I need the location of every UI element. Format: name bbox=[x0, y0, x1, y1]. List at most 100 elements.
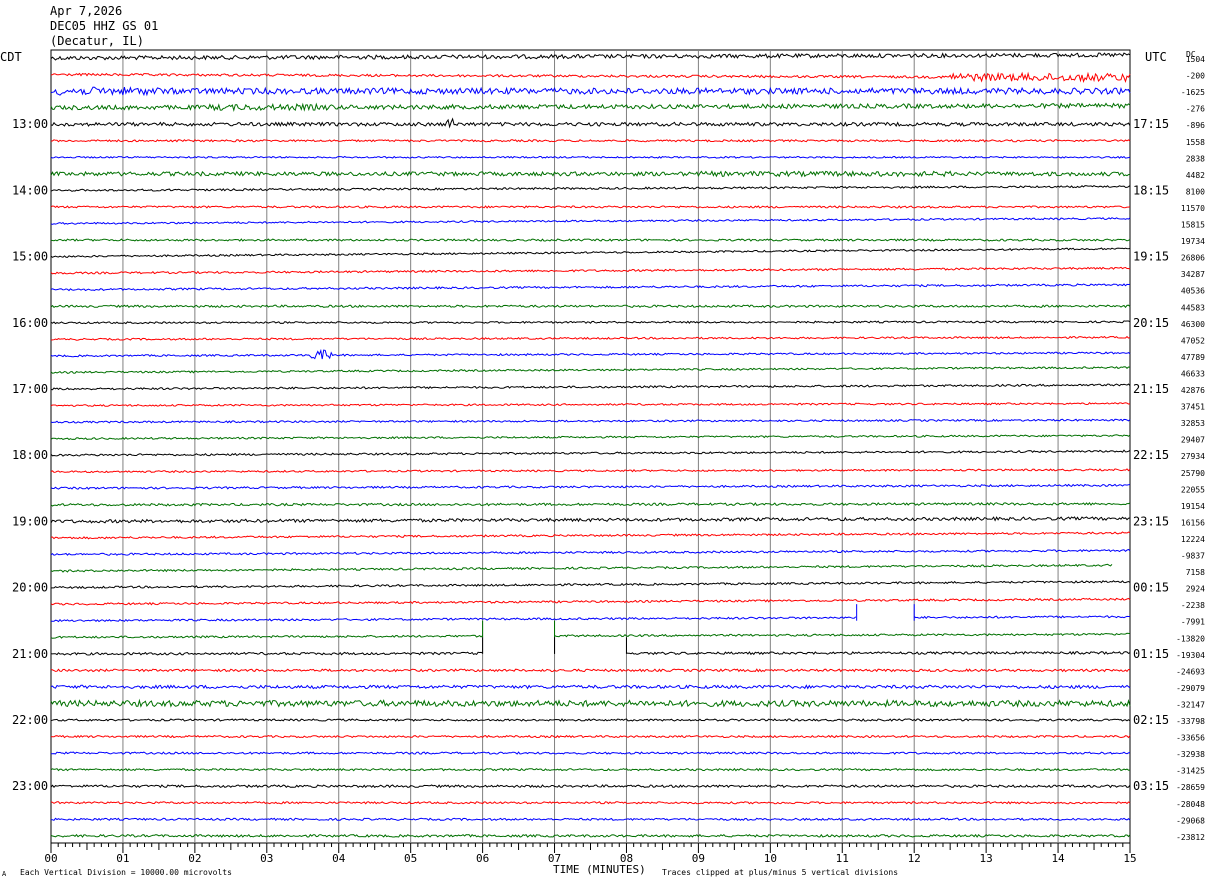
dc-offset-label: 2924 bbox=[1186, 585, 1205, 594]
right-hour-label: 22:15 bbox=[1133, 448, 1169, 462]
x-tick-label: 03 bbox=[260, 852, 273, 865]
seismic-trace bbox=[50, 418, 1131, 424]
x-tick-label: 15 bbox=[1123, 852, 1136, 865]
dc-offset-label: 47789 bbox=[1181, 353, 1205, 362]
x-tick-label: 02 bbox=[188, 852, 201, 865]
plot-date: Apr 7,2026 bbox=[50, 4, 123, 18]
seismic-trace bbox=[50, 833, 1131, 838]
dc-offset-label: -31425 bbox=[1176, 767, 1205, 776]
dc-offset-label: -896 bbox=[1186, 121, 1205, 130]
seismic-trace bbox=[50, 734, 1131, 739]
seismic-trace bbox=[50, 698, 1131, 708]
right-hour-label: 23:15 bbox=[1133, 514, 1169, 528]
seismic-trace bbox=[50, 155, 1131, 159]
dc-offset-label: 47052 bbox=[1181, 336, 1205, 345]
dc-offset-label: 40536 bbox=[1181, 287, 1205, 296]
right-hour-label: 17:15 bbox=[1133, 117, 1169, 131]
left-hour-label: 13:00 bbox=[12, 117, 48, 131]
seismic-trace bbox=[50, 217, 1131, 225]
station-location: (Decatur, IL) bbox=[50, 34, 144, 48]
seismic-trace bbox=[50, 102, 1131, 113]
dc-offset-label: 11570 bbox=[1181, 204, 1205, 213]
station-code: DEC05 HHZ GS 01 bbox=[50, 19, 159, 33]
seismic-trace bbox=[50, 718, 1131, 722]
right-hour-label: 03:15 bbox=[1133, 779, 1169, 793]
right-hour-label: 00:15 bbox=[1133, 581, 1169, 595]
dc-offset-label: 32853 bbox=[1181, 419, 1205, 428]
clip-note: Traces clipped at plus/minus 5 vertical … bbox=[662, 868, 899, 877]
x-tick-label: 01 bbox=[116, 852, 129, 865]
left-timezone-label: CDT bbox=[0, 50, 22, 64]
x-tick-label: 09 bbox=[692, 852, 705, 865]
dc-offset-label: -19304 bbox=[1176, 651, 1205, 660]
right-timezone-label: UTC bbox=[1145, 50, 1167, 64]
x-tick-label: 04 bbox=[332, 852, 346, 865]
dc-offset-label: -23812 bbox=[1176, 833, 1205, 842]
right-hour-label: 19:15 bbox=[1133, 250, 1169, 264]
dc-column-label: DC bbox=[1186, 50, 1196, 59]
dc-offset-label: -200 bbox=[1186, 72, 1205, 81]
left-hour-label: 20:00 bbox=[12, 581, 48, 595]
corner-mark: A bbox=[2, 870, 7, 878]
seismic-trace bbox=[50, 238, 1131, 242]
left-hour-label: 19:00 bbox=[12, 514, 48, 528]
x-tick-label: 11 bbox=[836, 852, 849, 865]
seismic-trace bbox=[50, 580, 1131, 590]
x-axis-title: TIME (MINUTES) bbox=[553, 863, 646, 876]
dc-offset-label: -33656 bbox=[1176, 734, 1205, 743]
dc-offset-label: -1625 bbox=[1181, 88, 1205, 97]
x-tick-label: 00 bbox=[44, 852, 57, 865]
dc-offset-label: 4482 bbox=[1186, 171, 1205, 180]
x-tick-label: 06 bbox=[476, 852, 489, 865]
dc-offset-label: 15815 bbox=[1181, 221, 1205, 230]
seismic-trace bbox=[50, 784, 1131, 789]
dc-offset-label: -32147 bbox=[1176, 700, 1205, 709]
helicorder-plot: 00 01 02 03 04 05 06 07 08 09 10 11 12 13 14 151504-200… bbox=[12, 49, 1205, 865]
dc-offset-label: 46300 bbox=[1181, 320, 1205, 329]
seismic-trace bbox=[50, 185, 1131, 192]
dc-offset-label: -32938 bbox=[1176, 750, 1205, 759]
dc-offset-label: -7991 bbox=[1181, 618, 1205, 627]
dc-offset-label: 42876 bbox=[1181, 386, 1205, 395]
left-hour-label: 17:00 bbox=[12, 382, 48, 396]
dc-offset-label: -9837 bbox=[1181, 552, 1205, 561]
seismic-trace bbox=[50, 266, 1131, 275]
dc-offset-label: 37451 bbox=[1181, 403, 1205, 412]
dc-offset-label: 19154 bbox=[1181, 502, 1205, 511]
seismic-trace bbox=[50, 402, 1131, 407]
dc-offset-label: -2238 bbox=[1181, 601, 1205, 610]
seismic-trace bbox=[50, 548, 1131, 556]
seismic-trace bbox=[50, 563, 1113, 573]
seismic-trace bbox=[50, 52, 1131, 61]
seismic-trace bbox=[50, 283, 1131, 292]
seismic-trace bbox=[50, 767, 1131, 772]
right-hour-label: 02:15 bbox=[1133, 713, 1169, 727]
seismic-trace bbox=[50, 817, 1131, 822]
right-hour-label: 20:15 bbox=[1133, 316, 1169, 330]
seismic-trace bbox=[50, 86, 1131, 97]
seismic-trace bbox=[50, 247, 1131, 258]
seismic-trace bbox=[50, 516, 1131, 524]
dc-offset-label: 25790 bbox=[1181, 469, 1205, 478]
seismic-trace bbox=[50, 615, 1130, 623]
x-tick-label: 05 bbox=[404, 852, 417, 865]
dc-offset-label: -29068 bbox=[1176, 816, 1205, 825]
seismic-trace bbox=[50, 531, 1131, 540]
dc-offset-label: 34287 bbox=[1181, 270, 1205, 279]
dc-offset-label: 22055 bbox=[1181, 485, 1205, 494]
seismic-trace bbox=[50, 434, 1131, 441]
seismic-trace bbox=[50, 170, 1131, 178]
x-tick-label: 10 bbox=[764, 852, 777, 865]
seismic-trace bbox=[50, 483, 1131, 490]
left-hour-label: 16:00 bbox=[12, 316, 48, 330]
x-tick-label: 13 bbox=[980, 852, 993, 865]
dc-offset-label: 19734 bbox=[1181, 237, 1205, 246]
seismic-trace bbox=[50, 348, 1131, 360]
seismic-trace bbox=[50, 751, 1131, 755]
left-hour-label: 18:00 bbox=[12, 448, 48, 462]
seismic-trace bbox=[50, 335, 1131, 341]
right-hour-label: 21:15 bbox=[1133, 382, 1169, 396]
x-tick-label: 14 bbox=[1051, 852, 1065, 865]
right-hour-label: 18:15 bbox=[1133, 183, 1169, 197]
seismic-trace bbox=[50, 205, 1131, 209]
